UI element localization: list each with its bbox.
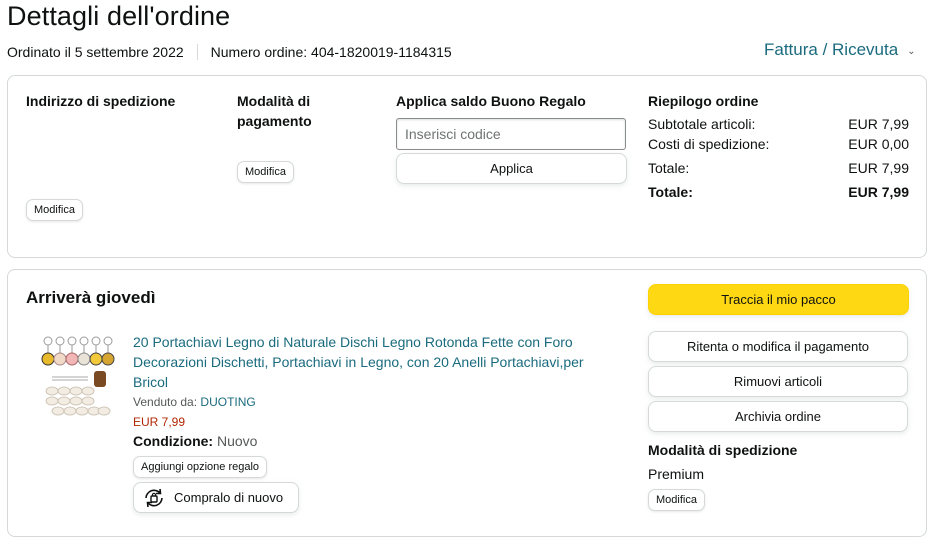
condition-label: Condizione: [133,433,214,449]
buy-again-button[interactable]: Compralo di nuovo [133,482,299,513]
sold-by-prefix: Venduto da: [133,395,198,409]
add-gift-option-button[interactable]: Aggiungi opzione regalo [133,456,268,478]
shipping-address-title: Indirizzo di spedizione [26,93,176,109]
seller-link[interactable]: DUOTING [200,395,255,409]
summary-label: Subtotale articoli: [648,116,756,132]
order-number: Numero ordine: 404-1820019-1184315 [210,44,452,60]
edit-shipping-method-button[interactable]: Modifica [648,489,705,511]
order-meta: Ordinato il 5 settembre 2022 Numero ordi… [7,44,452,60]
gift-code-input[interactable] [396,118,626,150]
summary-row-grand-total: Totale: EUR 7,99 [648,184,909,200]
arrival-title: Arriverà giovedì [26,288,156,307]
summary-value: EUR 7,99 [848,184,909,200]
invoice-link[interactable]: Fattura / Ricevuta ⌄ [764,40,916,60]
product-image[interactable] [38,333,118,421]
order-date: Ordinato il 5 settembre 2022 [7,44,184,60]
edit-address-button[interactable]: Modifica [26,199,83,221]
summary-row-total: Totale: EUR 7,99 [648,160,909,176]
order-info-box: Indirizzo di spedizione Modifica Modalit… [7,75,927,258]
summary-value: EUR 7,99 [848,160,909,176]
product-condition: Condizione: Nuovo [133,433,257,449]
invoice-label[interactable]: Fattura / Ricevuta [764,40,898,60]
edit-payment-button[interactable]: Modifica [237,161,294,183]
remove-items-button[interactable]: Rimuovi articoli [648,366,908,397]
shipping-method-title: Modalità di spedizione [648,442,798,458]
shipping-method-value: Premium [648,466,705,482]
shipment-box: Arriverà giovedì 20 Portachiavi Legno di… [7,269,927,537]
summary-row-shipping: Costi di spedizione: EUR 0,00 [648,136,909,152]
order-summary-title: Riepilogo ordine [648,93,759,109]
retry-payment-button[interactable]: Ritenta o modifica il pagamento [648,331,908,362]
product-title-link[interactable]: 20 Portachiavi Legno di Naturale Dischi … [133,332,608,392]
buy-again-label[interactable]: Compralo di nuovo [174,490,283,505]
buy-again-icon [145,488,163,507]
gift-card-title: Applica saldo Buono Regalo [396,93,586,109]
condition-value: Nuovo [217,433,258,449]
product-price: EUR 7,99 [133,415,186,429]
payment-method-title: Modalità di pagamento [237,93,312,129]
summary-row-subtotal: Subtotale articoli: EUR 7,99 [648,116,909,132]
sold-by: Venduto da: DUOTING [133,395,256,409]
track-package-button[interactable]: Traccia il mio pacco [648,284,909,315]
summary-value: EUR 0,00 [848,136,909,152]
page-title: Dettagli dell'ordine [7,1,231,31]
archive-order-button[interactable]: Archivia ordine [648,401,908,432]
summary-label: Costi di spedizione: [648,136,770,152]
summary-label: Totale: [648,184,693,200]
meta-divider [196,44,198,60]
chevron-down-icon: ⌄ [907,45,916,57]
summary-value: EUR 7,99 [848,116,909,132]
summary-label: Totale: [648,160,690,176]
apply-gift-button[interactable]: Applica [396,153,627,184]
